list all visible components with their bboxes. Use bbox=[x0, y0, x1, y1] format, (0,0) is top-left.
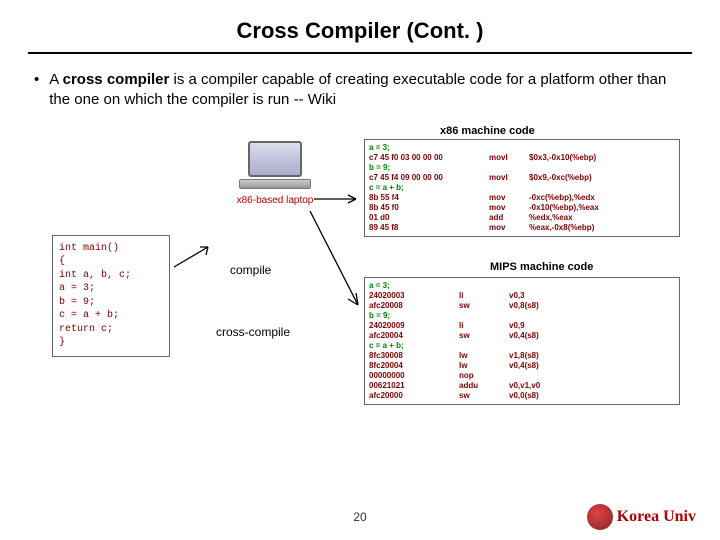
bullet-text: A cross compiler is a compiler capable o… bbox=[49, 70, 686, 111]
bullet-bold: cross compiler bbox=[63, 71, 170, 88]
university-name: Korea Univ bbox=[617, 508, 696, 526]
mips-hex: 24020009 bbox=[369, 321, 459, 331]
university-wrap: Korea Univ bbox=[587, 504, 696, 530]
src-line: int a, b, c; bbox=[59, 269, 163, 283]
arrow-laptop-to-mips bbox=[308, 209, 364, 309]
x86-hex: c7 45 f4 09 00 00 00 bbox=[369, 173, 489, 183]
x86-hex: 01 d0 bbox=[369, 213, 489, 223]
x86-op: mov bbox=[489, 193, 529, 203]
x86-arg: $0x9,-0xc(%ebp) bbox=[529, 173, 675, 183]
mips-hex: afc20000 bbox=[369, 391, 459, 401]
mips-hex: 00621021 bbox=[369, 381, 459, 391]
x86-op: movl bbox=[489, 173, 529, 183]
x86-src: b = 9; bbox=[369, 163, 675, 173]
mips-arg: v0,9 bbox=[509, 321, 675, 331]
src-line: } bbox=[59, 336, 163, 350]
laptop-screen bbox=[248, 141, 302, 177]
diagram-area: int main() { int a, b, c; a = 3; b = 9; … bbox=[0, 125, 720, 455]
x86-op: mov bbox=[489, 223, 529, 233]
mips-hex: afc20008 bbox=[369, 301, 459, 311]
slide-title: Cross Compiler (Cont. ) bbox=[0, 0, 720, 52]
mips-hex: 24020003 bbox=[369, 291, 459, 301]
arrow-laptop-to-x86 bbox=[312, 193, 362, 205]
source-code-box: int main() { int a, b, c; a = 3; b = 9; … bbox=[52, 235, 170, 357]
mips-op: li bbox=[459, 321, 509, 331]
x86-op: movl bbox=[489, 153, 529, 163]
x86-arg: $0x3,-0x10(%ebp) bbox=[529, 153, 675, 163]
laptop-icon bbox=[239, 141, 311, 193]
mips-arg: v0,3 bbox=[509, 291, 675, 301]
x86-arg: -0x10(%ebp),%eax bbox=[529, 203, 675, 213]
mips-hex: 8fc30008 bbox=[369, 351, 459, 361]
x86-op: add bbox=[489, 213, 529, 223]
bullet-item: • A cross compiler is a compiler capable… bbox=[0, 70, 720, 111]
laptop-base bbox=[239, 179, 311, 189]
src-line: c = a + b; bbox=[59, 309, 163, 323]
x86-heading: x86 machine code bbox=[440, 125, 535, 137]
src-line: return c; bbox=[59, 323, 163, 337]
mips-src: b = 9; bbox=[369, 311, 675, 321]
mips-op: lw bbox=[459, 361, 509, 371]
mips-hex: 00000000 bbox=[369, 371, 459, 381]
x86-hex: 8b 55 f4 bbox=[369, 193, 489, 203]
x86-hex: 8b 45 f0 bbox=[369, 203, 489, 213]
mips-arg: v0,v1,v0 bbox=[509, 381, 675, 391]
bullet-pre: A bbox=[49, 71, 62, 88]
mips-heading: MIPS machine code bbox=[490, 261, 593, 273]
mips-arg: v0,4(s8) bbox=[509, 361, 675, 371]
mips-op: nop bbox=[459, 371, 509, 381]
bullet-dot: • bbox=[34, 70, 39, 111]
x86-src: a = 3; bbox=[369, 143, 675, 153]
x86-hex: 89 45 f8 bbox=[369, 223, 489, 233]
src-line: int main() bbox=[59, 242, 163, 256]
mips-arg bbox=[509, 371, 675, 381]
mips-op: sw bbox=[459, 391, 509, 401]
mips-arg: v0,4(s8) bbox=[509, 331, 675, 341]
mips-hex: 8fc20004 bbox=[369, 361, 459, 371]
x86-hex: c7 45 f0 03 00 00 00 bbox=[369, 153, 489, 163]
src-line: b = 9; bbox=[59, 296, 163, 310]
x86-src: c = a + b; bbox=[369, 183, 675, 193]
mips-op: addu bbox=[459, 381, 509, 391]
mips-op: sw bbox=[459, 331, 509, 341]
mips-op: lw bbox=[459, 351, 509, 361]
cross-compile-label: cross-compile bbox=[216, 325, 290, 339]
page-number: 20 bbox=[353, 510, 366, 524]
src-line: a = 3; bbox=[59, 282, 163, 296]
mips-arg: v1,8(s8) bbox=[509, 351, 675, 361]
arrow-src-to-laptop bbox=[172, 243, 220, 271]
mips-arg: v0,0(s8) bbox=[509, 391, 675, 401]
mips-arg: v0,8(s8) bbox=[509, 301, 675, 311]
x86-arg: %eax,-0x8(%ebp) bbox=[529, 223, 675, 233]
x86-arg: %edx,%eax bbox=[529, 213, 675, 223]
university-logo-icon bbox=[587, 504, 613, 530]
x86-code-box: a = 3; c7 45 f0 03 00 00 00movl$0x3,-0x1… bbox=[364, 139, 680, 237]
mips-code-box: a = 3; 24020003liv0,3 afc20008swv0,8(s8)… bbox=[364, 277, 680, 405]
mips-src: c = a + b; bbox=[369, 341, 675, 351]
mips-op: li bbox=[459, 291, 509, 301]
mips-op: sw bbox=[459, 301, 509, 311]
title-divider bbox=[28, 52, 692, 54]
mips-src: a = 3; bbox=[369, 281, 675, 291]
x86-arg: -0xc(%ebp),%edx bbox=[529, 193, 675, 203]
x86-op: mov bbox=[489, 203, 529, 213]
compile-label: compile bbox=[230, 263, 271, 277]
mips-hex: afc20004 bbox=[369, 331, 459, 341]
src-line: { bbox=[59, 255, 163, 269]
footer: 20 Korea Univ bbox=[0, 504, 720, 530]
